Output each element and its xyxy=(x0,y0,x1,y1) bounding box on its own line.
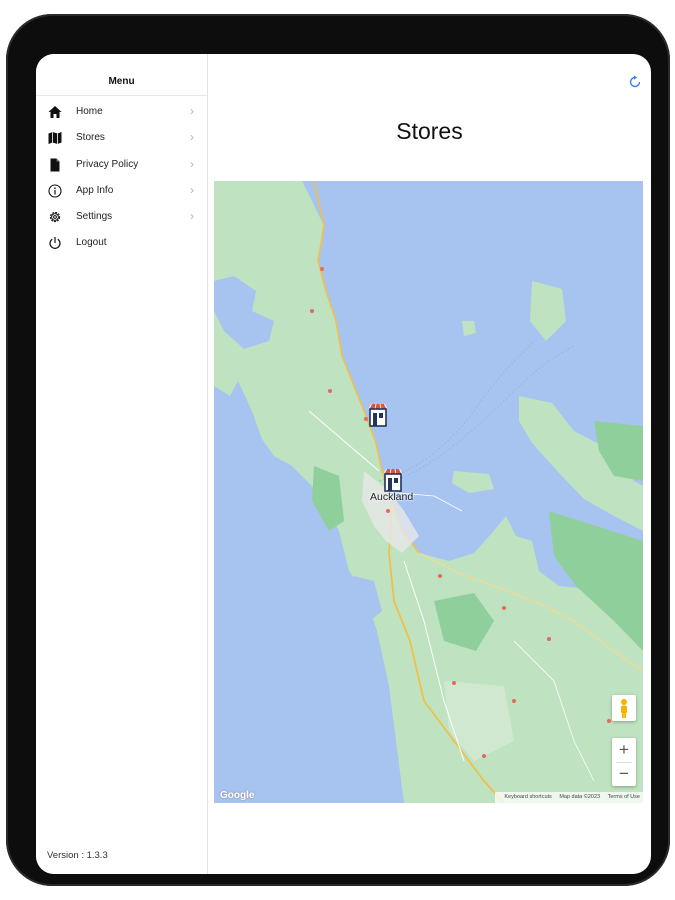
store-pin-north[interactable] xyxy=(367,403,389,429)
zoom-control: + − xyxy=(612,738,636,786)
side-menu: Menu Home › Stores › Privacy Policy › Ap… xyxy=(36,54,208,874)
chevron-right-icon: › xyxy=(190,182,194,197)
chevron-right-icon: › xyxy=(190,156,194,171)
sidebar-item-logout[interactable]: Logout xyxy=(36,230,207,256)
street-view-pegman[interactable] xyxy=(612,695,636,721)
refresh-icon[interactable] xyxy=(627,74,643,90)
keyboard-shortcuts-link[interactable]: Keyboard shortcuts xyxy=(504,794,551,800)
sidebar-item-home[interactable]: Home › xyxy=(36,99,207,125)
zoom-in-button[interactable]: + xyxy=(612,738,636,762)
document-icon xyxy=(50,158,60,172)
pegman-icon xyxy=(621,699,627,718)
sidebar-item-label: Home xyxy=(76,106,103,117)
map-data-text: Map data ©2023 xyxy=(559,794,601,800)
menu-list: Home › Stores › Privacy Policy › App Inf… xyxy=(36,99,207,257)
sidebar-item-label: Stores xyxy=(76,132,105,144)
sidebar-item-label: Privacy Policy xyxy=(76,158,139,170)
menu-divider xyxy=(36,95,207,96)
page-title: Stores xyxy=(396,118,463,144)
power-icon xyxy=(49,237,61,250)
sidebar-item-label: App Info xyxy=(76,184,114,196)
map-base xyxy=(214,181,643,803)
city-label-auckland: Auckland xyxy=(370,491,414,503)
sidebar-item-privacy-policy[interactable]: Privacy Policy › xyxy=(36,152,207,178)
map-icon xyxy=(48,132,62,145)
chevron-right-icon: › xyxy=(190,104,194,118)
chevron-right-icon: › xyxy=(190,130,194,145)
tablet-frame: Menu Home › Stores › Privacy Policy › Ap… xyxy=(6,14,670,886)
sidebar-item-settings[interactable]: Settings › xyxy=(36,204,207,230)
gear-icon xyxy=(49,212,61,223)
sidebar-item-label: Logout xyxy=(76,237,107,249)
chevron-right-icon: › xyxy=(190,209,194,224)
app-version: Version : 1.3.3 xyxy=(47,850,108,861)
sidebar-item-stores[interactable]: Stores › xyxy=(36,125,207,151)
sidebar-item-label: Settings xyxy=(76,211,113,223)
zoom-out-button[interactable]: − xyxy=(612,762,636,786)
sidebar-item-app-info[interactable]: App Info › xyxy=(36,178,207,204)
info-icon xyxy=(48,184,62,198)
menu-title: Menu xyxy=(108,76,135,87)
app-screen: Menu Home › Stores › Privacy Policy › Ap… xyxy=(36,54,651,874)
terms-link[interactable]: Terms of Use xyxy=(608,794,640,800)
google-logo[interactable]: Google xyxy=(220,790,254,801)
main-content: Stores Auckland + − Google Keyboard shor… xyxy=(208,54,651,874)
stores-map[interactable]: Auckland + − Google Keyboard shortcuts M… xyxy=(214,181,643,803)
home-icon xyxy=(48,106,62,118)
map-attribution: Keyboard shortcuts Map data ©2023 Terms … xyxy=(495,792,643,803)
